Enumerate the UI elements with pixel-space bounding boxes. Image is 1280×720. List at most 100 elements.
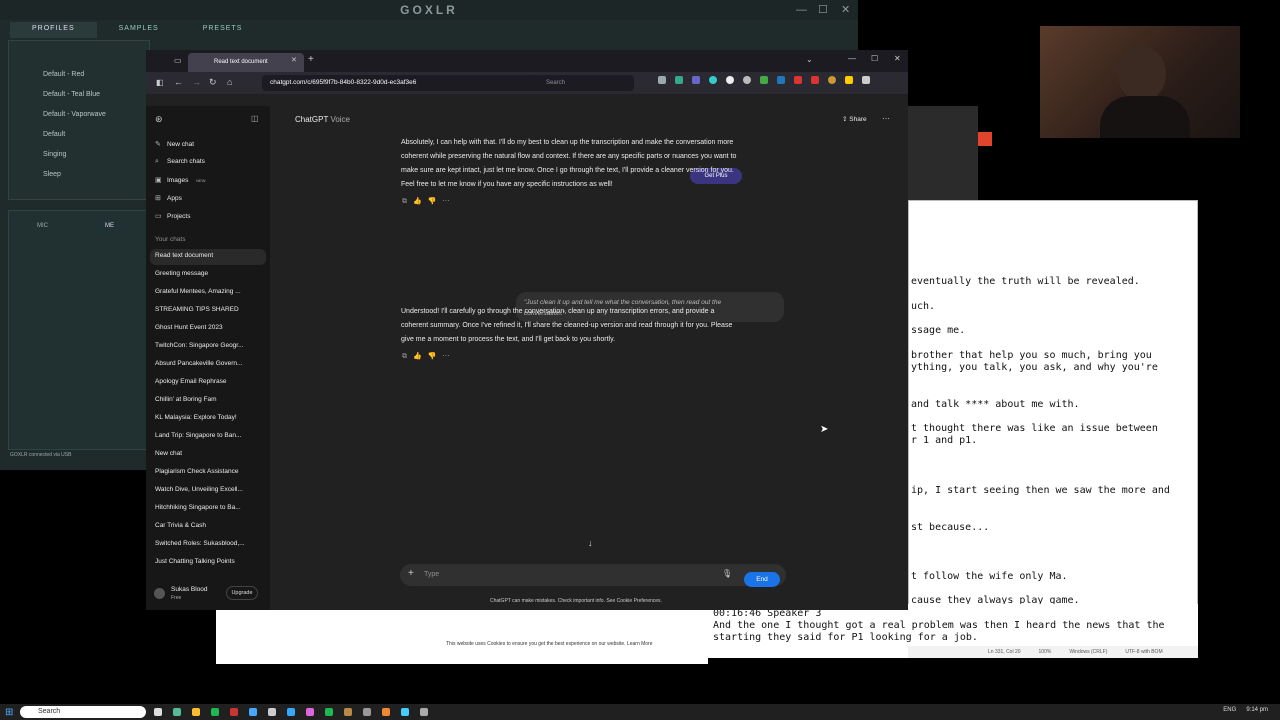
openai-logo-icon[interactable]: ⊛ <box>155 114 163 125</box>
minimize-icon[interactable]: — <box>848 54 856 63</box>
sidebar-item-images[interactable]: ▣ Images NEW <box>155 176 205 184</box>
new-tab-icon[interactable]: + <box>308 54 314 65</box>
close-tab-icon[interactable]: ✕ <box>291 56 297 64</box>
taskbar-app-icon[interactable] <box>192 708 200 716</box>
tab-presets[interactable]: PRESETS <box>181 22 265 38</box>
extension-icon[interactable] <box>709 76 717 84</box>
extension-icon[interactable] <box>794 76 802 84</box>
start-icon[interactable]: ⊞ <box>5 707 13 718</box>
chat-item[interactable]: KL Malaysia: Explore Today! <box>155 414 237 421</box>
taskbar-app-icon[interactable] <box>306 708 314 716</box>
profile-item[interactable]: Default - Vaporwave <box>43 111 106 118</box>
thumbs-up-icon[interactable]: 👍 <box>413 353 428 360</box>
taskbar-app-icon[interactable] <box>287 708 295 716</box>
maximize-icon[interactable]: ☐ <box>871 54 878 63</box>
chat-item[interactable]: Land Trip: Singapore to Ban... <box>155 432 241 439</box>
profile-item[interactable]: Default - Teal Blue <box>43 91 100 98</box>
close-icon[interactable] <box>978 132 992 146</box>
chat-item[interactable]: Read text document <box>155 252 213 259</box>
chat-item[interactable]: Ghost Hunt Event 2023 <box>155 324 223 331</box>
taskbar-app-icon[interactable] <box>230 708 238 716</box>
chat-item[interactable]: Apology Email Rephrase <box>155 378 227 385</box>
extension-icon[interactable] <box>828 76 836 84</box>
sidebar-item-search-chats[interactable]: ⌕ Search chats <box>155 158 205 166</box>
profile-item[interactable]: Default <box>43 131 65 138</box>
extension-icon[interactable] <box>845 76 853 84</box>
more-options-icon[interactable]: ⋯ <box>882 114 890 123</box>
more-icon[interactable]: ⋯ <box>442 353 455 360</box>
chat-item[interactable]: Just Chatting Talking Points <box>155 558 235 565</box>
copy-icon[interactable]: ⧉ <box>402 198 413 205</box>
upgrade-button[interactable]: Upgrade <box>226 586 258 600</box>
chat-item[interactable]: STREAMING TIPS SHARED <box>155 306 239 313</box>
extension-icon[interactable] <box>811 76 819 84</box>
search-box[interactable]: Search <box>530 75 634 91</box>
taskbar-app-icon[interactable] <box>325 708 333 716</box>
sidebar-collapse-icon[interactable]: ◫ <box>251 114 259 123</box>
taskbar-app-icon[interactable] <box>420 708 428 716</box>
extension-icon[interactable] <box>658 76 666 84</box>
taskbar-app-icon[interactable] <box>382 708 390 716</box>
composer[interactable]: + Type 🎙 <box>400 564 786 586</box>
sidebar-item-apps[interactable]: ⊞ Apps <box>155 194 182 202</box>
browser-tab[interactable]: Read text document <box>188 53 304 72</box>
chat-item[interactable]: Greeting message <box>155 270 208 277</box>
extension-icon[interactable] <box>692 76 700 84</box>
page-title[interactable]: ChatGPT Voice <box>295 115 350 124</box>
taskbar-app-icon[interactable] <box>249 708 257 716</box>
extension-icon[interactable] <box>726 76 734 84</box>
chat-item[interactable]: Absurd Pancakeville Govern... <box>155 360 242 367</box>
share-button[interactable]: ⇪ Share <box>842 115 867 123</box>
back-icon[interactable]: ← <box>174 77 183 87</box>
sidebar-item-projects[interactable]: ▭ Projects <box>155 212 190 220</box>
thumbs-down-icon[interactable]: 👎 <box>428 353 443 360</box>
end-voice-button[interactable]: End <box>744 572 780 587</box>
chat-item[interactable]: Switched Roles: Sukasblood,... <box>155 540 245 547</box>
chat-item[interactable]: Hitchhiking Singapore to Ba... <box>155 504 241 511</box>
microphone-icon[interactable]: 🎙 <box>722 569 732 578</box>
chat-item[interactable]: Watch Dive, Unveiling Excell... <box>155 486 243 493</box>
taskbar-app-icon[interactable] <box>401 708 409 716</box>
language-indicator[interactable]: ENG <box>1223 707 1236 713</box>
minimize-icon[interactable]: — <box>796 4 807 16</box>
chat-item[interactable]: Chillin' at Boring Fam <box>155 396 217 403</box>
more-icon[interactable]: ⋯ <box>442 198 455 205</box>
copy-icon[interactable]: ⧉ <box>402 353 413 360</box>
sidebar-toggle-icon[interactable]: ◧ <box>156 78 164 87</box>
home-icon[interactable]: ⌂ <box>227 77 232 87</box>
chat-item[interactable]: New chat <box>155 450 182 457</box>
chat-item[interactable]: Car Trivia & Cash <box>155 522 206 529</box>
tab-me[interactable]: ME <box>105 223 114 229</box>
taskbar-app-icon[interactable] <box>211 708 219 716</box>
thumbs-down-icon[interactable]: 👎 <box>428 198 443 205</box>
tab-mic[interactable]: MIC <box>37 223 48 229</box>
extension-icon[interactable] <box>777 76 785 84</box>
clock[interactable]: 9:14 pm <box>1246 707 1268 713</box>
reload-icon[interactable]: ↻ <box>209 77 217 88</box>
extensions-icon[interactable] <box>862 76 870 84</box>
taskbar-app-icon[interactable] <box>154 708 162 716</box>
taskbar-app-icon[interactable] <box>344 708 352 716</box>
chat-item[interactable]: Plagiarism Check Assistance <box>155 468 238 475</box>
forward-icon[interactable]: → <box>192 77 201 87</box>
profile-item[interactable]: Sleep <box>43 171 61 178</box>
plus-icon[interactable]: + <box>408 568 414 579</box>
taskbar-search[interactable]: Search <box>20 706 146 718</box>
tab-profiles[interactable]: PROFILES <box>10 22 97 38</box>
taskbar-app-icon[interactable] <box>363 708 371 716</box>
extension-icon[interactable] <box>760 76 768 84</box>
sidebar-item-new-chat[interactable]: ✎ New chat <box>155 140 194 148</box>
scroll-down-icon[interactable]: ↓ <box>588 538 593 548</box>
tab-samples[interactable]: SAMPLES <box>97 22 181 38</box>
close-icon[interactable]: ✕ <box>894 54 901 63</box>
chat-item[interactable]: TwitchCon: Singapore Geogr... <box>155 342 244 349</box>
thumbs-up-icon[interactable]: 👍 <box>413 198 428 205</box>
taskbar-app-icon[interactable] <box>268 708 276 716</box>
profile-item[interactable]: Default - Red <box>43 71 84 78</box>
extension-icon[interactable] <box>743 76 751 84</box>
maximize-icon[interactable]: ☐ <box>818 3 828 16</box>
avatar[interactable] <box>154 588 165 599</box>
taskbar-app-icon[interactable] <box>173 708 181 716</box>
chat-item[interactable]: Grateful Mentees, Amazing ... <box>155 288 241 295</box>
chevron-down-icon[interactable]: ⌄ <box>806 55 813 64</box>
